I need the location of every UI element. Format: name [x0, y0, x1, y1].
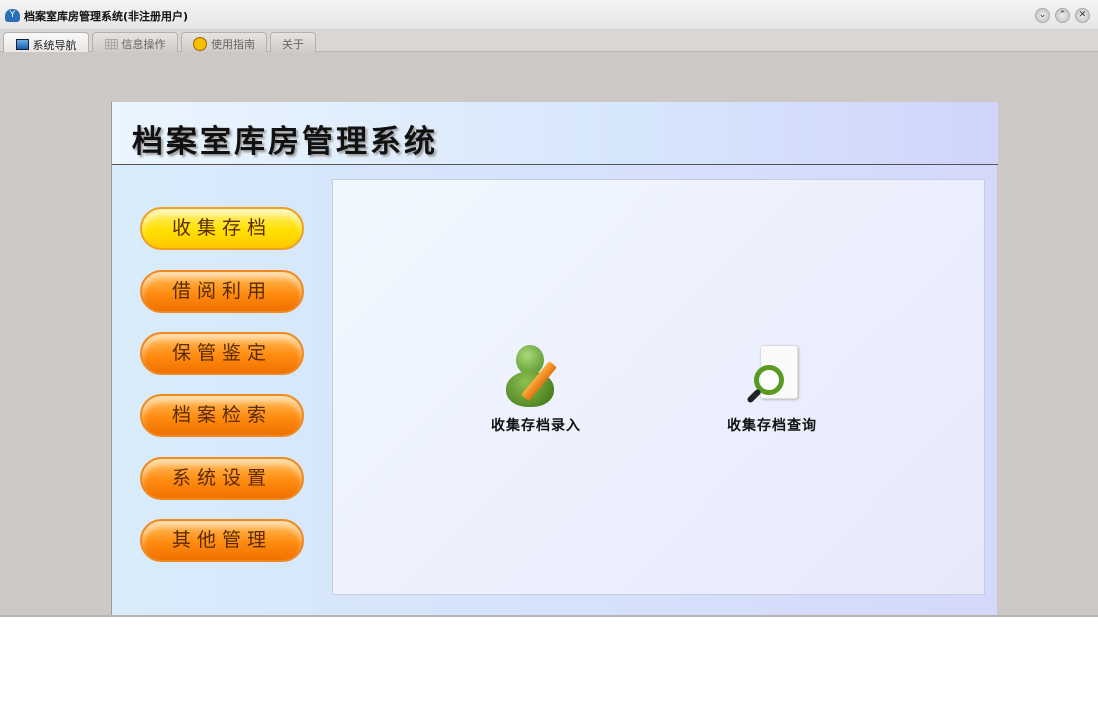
close-button[interactable]: ✕ [1075, 8, 1090, 23]
tab-bar: 系统导航 信息操作 使用指南 关于 [0, 30, 1098, 53]
function-label: 收集存档查询 [727, 418, 817, 434]
user-edit-icon [504, 345, 568, 409]
nav-collect-archive[interactable]: 收集存档 [140, 207, 304, 250]
nav-other-management[interactable]: 其他管理 [140, 519, 304, 562]
nav-archive-search[interactable]: 档案检索 [140, 394, 304, 437]
maximize-button[interactable]: ⌃ [1055, 8, 1070, 23]
document-search-icon [740, 345, 804, 409]
tab-user-guide[interactable]: 使用指南 [181, 32, 267, 52]
nav-custody-appraisal[interactable]: 保管鉴定 [140, 332, 304, 375]
minimize-button[interactable]: ⌄ [1035, 8, 1050, 23]
app-icon: Y [5, 9, 20, 22]
nav-borrow-use[interactable]: 借阅利用 [140, 270, 304, 313]
window-title: 档案室库房管理系统(非注册用户) [24, 10, 189, 23]
collect-query-button[interactable]: 收集存档查询 [707, 345, 837, 435]
page-title: 档案室库房管理系统 [132, 124, 438, 160]
main-panel: 档案室库房管理系统 收集存档 借阅利用 保管鉴定 档案检索 系统设置 其他管理 … [111, 102, 998, 615]
nav-system-settings[interactable]: 系统设置 [140, 457, 304, 500]
content-area: 收集存档录入 收集存档查询 [332, 179, 985, 595]
help-icon [193, 37, 207, 51]
tab-label: 系统导航 [32, 38, 77, 52]
tab-label: 关于 [282, 38, 304, 51]
tab-about[interactable]: 关于 [270, 32, 316, 52]
tab-system-nav[interactable]: 系统导航 [3, 32, 89, 53]
tab-label: 信息操作 [121, 38, 166, 51]
collect-entry-button[interactable]: 收集存档录入 [471, 345, 601, 435]
header: 档案室库房管理系统 [112, 102, 998, 165]
tab-info-ops[interactable]: 信息操作 [92, 32, 178, 52]
title-bar: Y 档案室库房管理系统(非注册用户) ⌄ ⌃ ✕ [0, 0, 1098, 30]
function-label: 收集存档录入 [491, 418, 581, 434]
monitor-icon [15, 39, 29, 50]
tab-label: 使用指南 [211, 38, 255, 51]
grid-icon [104, 38, 118, 50]
